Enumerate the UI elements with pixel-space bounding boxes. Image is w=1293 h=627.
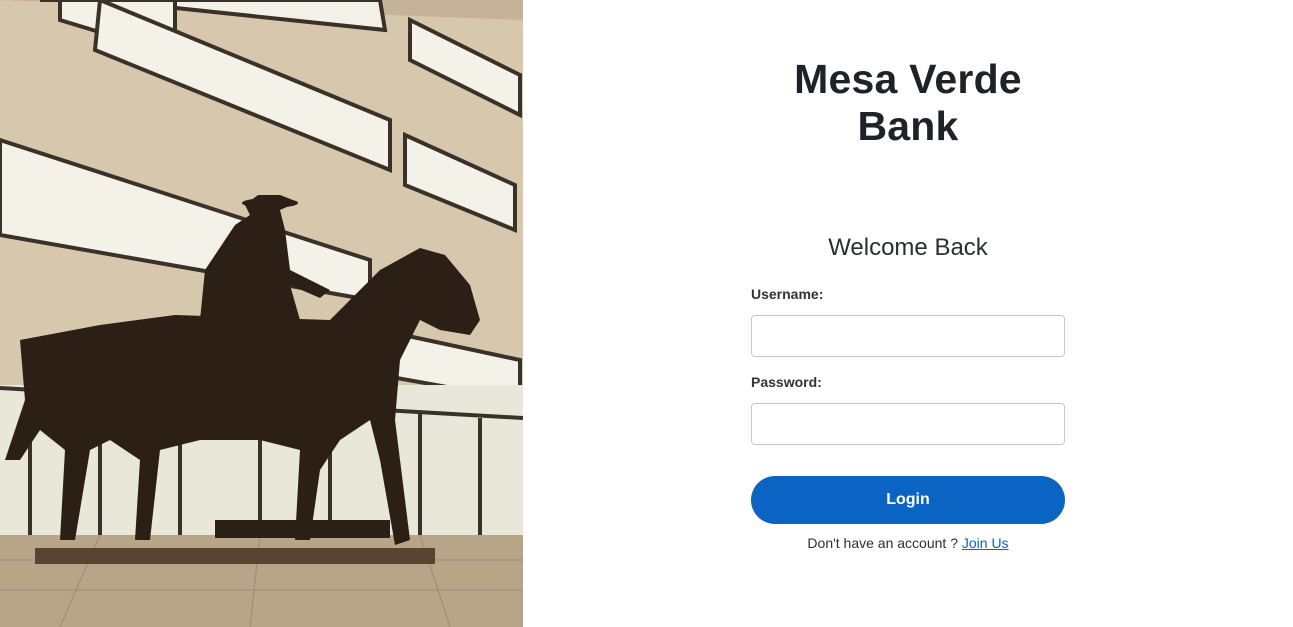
signup-prompt-row: Don't have an account ? Join Us bbox=[751, 535, 1065, 551]
login-button[interactable]: Login bbox=[751, 476, 1065, 524]
hero-image bbox=[0, 0, 523, 627]
password-input[interactable] bbox=[751, 403, 1065, 445]
bank-name: Mesa Verde Bank bbox=[794, 56, 1022, 149]
signup-prompt-text: Don't have an account ? bbox=[807, 535, 958, 551]
login-panel: Mesa Verde Bank Welcome Back Username: P… bbox=[523, 0, 1293, 627]
join-us-link[interactable]: Join Us bbox=[962, 535, 1009, 551]
username-label: Username: bbox=[751, 286, 824, 302]
lobby-photo bbox=[0, 0, 523, 627]
welcome-heading: Welcome Back bbox=[828, 234, 988, 261]
username-input[interactable] bbox=[751, 315, 1065, 357]
password-label: Password: bbox=[751, 374, 822, 390]
